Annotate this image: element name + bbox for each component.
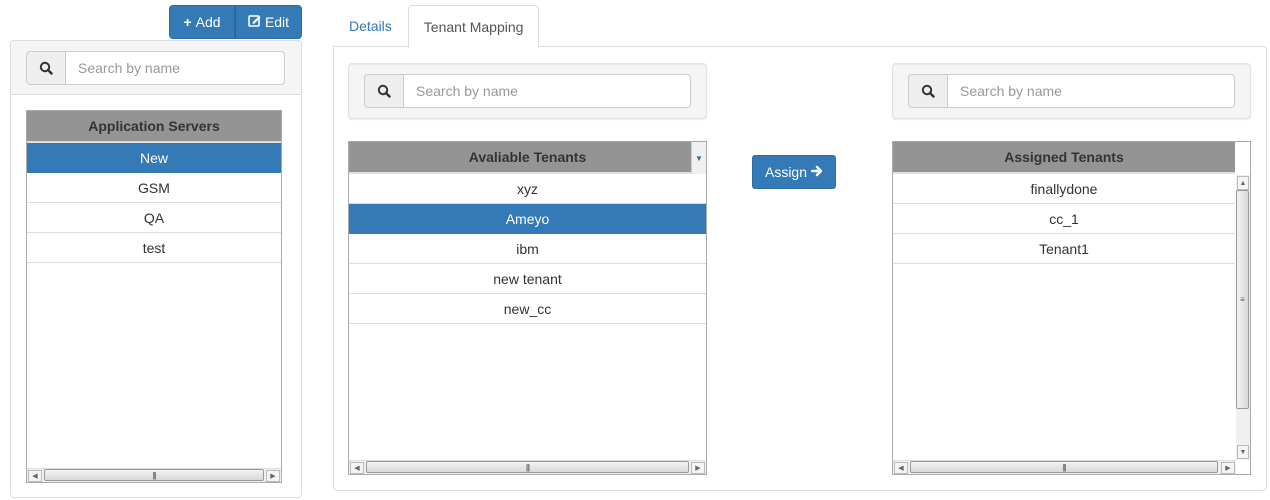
server-row[interactable]: New <box>27 143 281 173</box>
scroll-right-icon[interactable]: ▶ <box>691 462 705 474</box>
tenant-row[interactable]: xyz <box>349 174 706 204</box>
scrollbar-thumb[interactable]: ||| <box>910 461 1218 473</box>
tab-details[interactable]: Details <box>333 5 408 47</box>
assigned-tenants-grid: Assigned Tenants finallydone cc_1 Tenant… <box>892 141 1251 475</box>
scroll-right-icon[interactable]: ▶ <box>1221 462 1235 474</box>
add-button-label: Add <box>195 14 221 30</box>
assigned-search <box>908 74 1235 108</box>
server-row[interactable]: QA <box>27 203 281 233</box>
scroll-left-icon[interactable]: ◀ <box>28 470 42 482</box>
scroll-left-icon[interactable]: ◀ <box>350 462 364 474</box>
search-icon <box>908 74 947 108</box>
assigned-search-input[interactable] <box>947 74 1235 108</box>
search-icon <box>26 51 65 85</box>
tenant-row[interactable]: new_cc <box>349 294 706 324</box>
search-icon <box>364 74 403 108</box>
grid-header: Avaliable Tenants ▼ <box>349 142 706 174</box>
tab-tenant-mapping[interactable]: Tenant Mapping <box>407 5 540 48</box>
scroll-left-icon[interactable]: ◀ <box>894 462 908 474</box>
grid-header-label: Avaliable Tenants <box>468 149 587 165</box>
scrollbar-thumb[interactable]: ||| <box>366 461 689 473</box>
scrollbar-thumb[interactable]: ||| <box>44 469 264 481</box>
vertical-scrollbar[interactable]: ▲ ≡ ▼ <box>1236 175 1250 460</box>
grid-header: Application Servers <box>27 111 281 143</box>
add-button[interactable]: + Add <box>169 5 235 39</box>
arrow-right-icon <box>810 164 823 180</box>
server-actions: + Add Edit <box>169 5 302 39</box>
horizontal-scrollbar[interactable]: ◀ ||| ▶ <box>893 460 1236 474</box>
server-row[interactable]: GSM <box>27 173 281 203</box>
available-search-well <box>348 63 707 119</box>
scroll-down-icon[interactable]: ▼ <box>1237 445 1249 459</box>
left-panel-heading <box>11 41 301 95</box>
assign-button[interactable]: Assign <box>752 155 836 189</box>
assigned-search-well <box>892 63 1251 119</box>
tab-bar: Details Tenant Mapping <box>333 5 540 48</box>
tenant-row[interactable]: finallydone <box>893 174 1235 204</box>
available-search-input[interactable] <box>403 74 691 108</box>
scrollbar-thumb[interactable]: ≡ <box>1236 190 1249 409</box>
server-search <box>26 51 285 85</box>
horizontal-scrollbar[interactable]: ◀ ||| ▶ <box>349 460 706 474</box>
tenant-row[interactable]: new tenant <box>349 264 706 294</box>
tenant-row[interactable]: Tenant1 <box>893 234 1235 264</box>
scroll-right-icon[interactable]: ▶ <box>266 470 280 482</box>
server-search-input[interactable] <box>65 51 285 85</box>
available-tenants-grid: Avaliable Tenants ▼ xyz Ameyo ibm new te… <box>348 141 707 475</box>
edit-button-label: Edit <box>264 14 290 30</box>
edit-icon <box>248 14 261 30</box>
tenant-row[interactable]: ibm <box>349 234 706 264</box>
server-row[interactable]: test <box>27 233 281 263</box>
tenant-row[interactable]: Ameyo <box>349 204 706 234</box>
assign-button-label: Assign <box>764 164 808 180</box>
plus-icon: + <box>183 14 192 30</box>
tenant-row[interactable]: cc_1 <box>893 204 1235 234</box>
available-search <box>364 74 691 108</box>
scroll-up-icon[interactable]: ▲ <box>1237 176 1249 190</box>
grid-header: Assigned Tenants <box>893 142 1235 174</box>
edit-button[interactable]: Edit <box>235 5 302 39</box>
application-servers-grid: Application Servers New GSM QA test ◀ ||… <box>26 110 282 483</box>
horizontal-scrollbar[interactable]: ◀ ||| ▶ <box>27 468 281 482</box>
column-menu-icon[interactable]: ▼ <box>691 142 706 174</box>
